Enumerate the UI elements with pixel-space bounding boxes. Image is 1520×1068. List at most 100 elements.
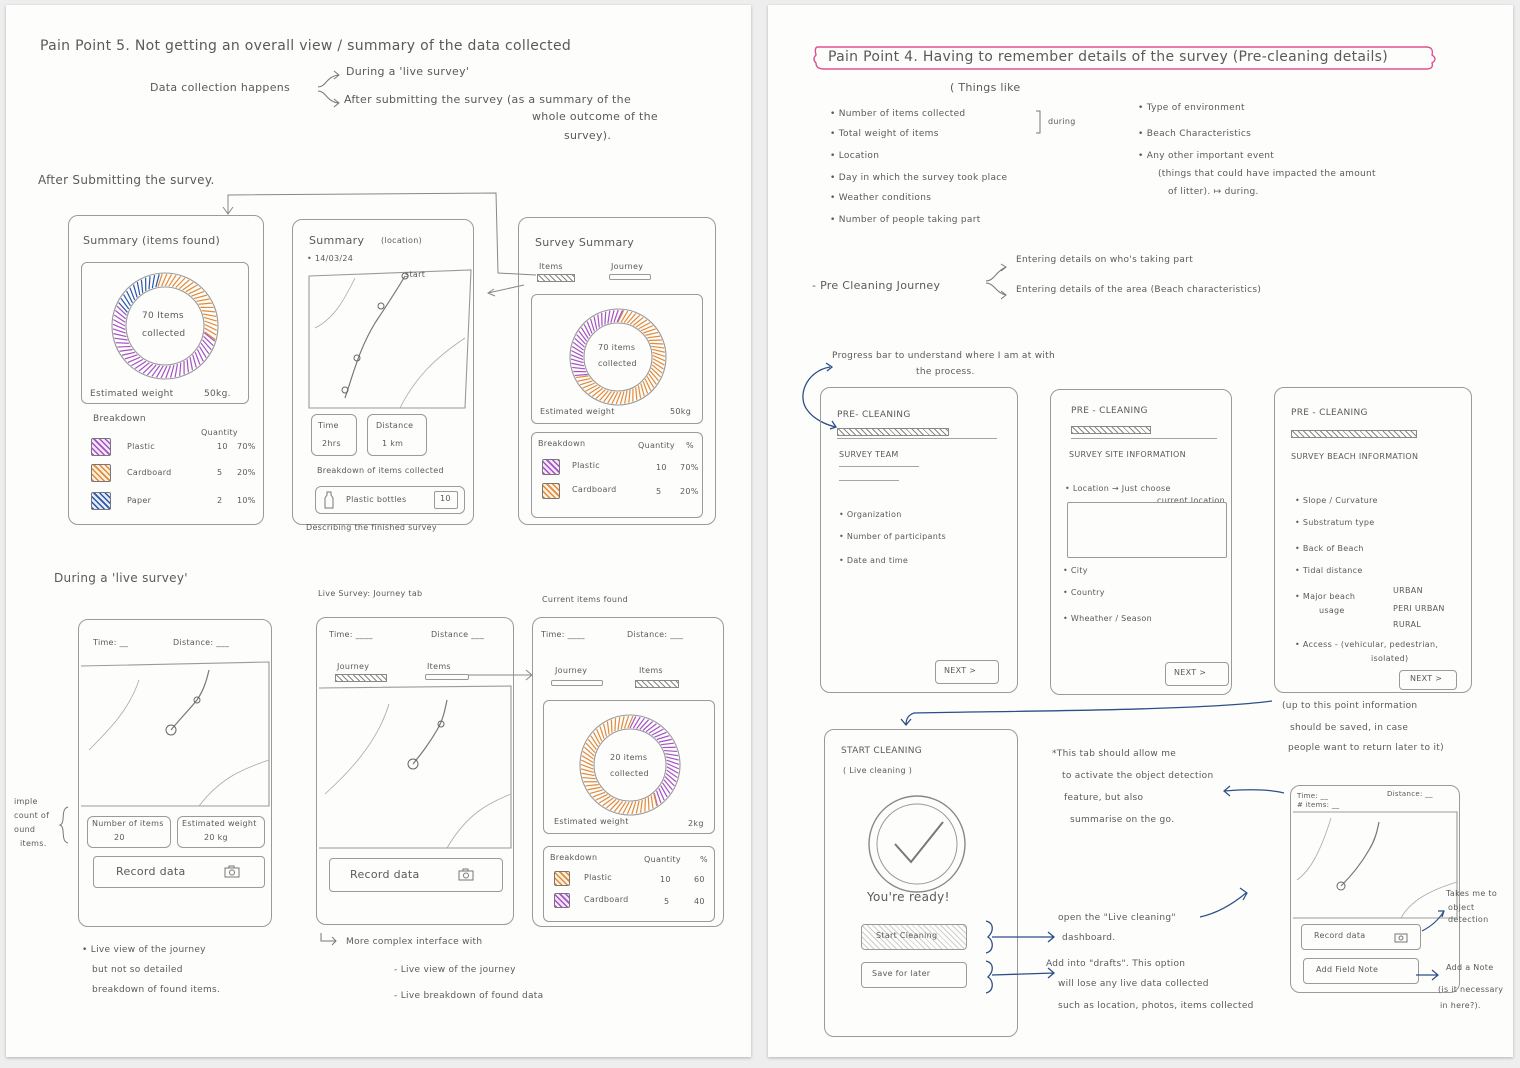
live-map (80, 661, 270, 807)
donut-hatch (660, 742, 674, 746)
side-note: count of (14, 811, 50, 820)
donut-hatch (142, 363, 154, 374)
location-map-box[interactable] (1067, 502, 1227, 558)
weight-value: 50kg. (204, 389, 231, 399)
summary-location-screen: Summary (location) • 14/03/24 start Time… (292, 219, 474, 525)
add-field-note-button[interactable]: Add Field Note (1303, 958, 1419, 984)
time-label: Time (318, 421, 339, 430)
note-complex: More complex interface with (346, 937, 483, 947)
breakdown-label: Breakdown of items collected (317, 466, 444, 475)
donut-hatch (576, 334, 586, 345)
form-field[interactable]: • Wheather / Season (1063, 614, 1152, 623)
usage-option[interactable]: PERI URBAN (1393, 604, 1445, 613)
cardboard-swatch (554, 871, 570, 886)
distance-card: Distance 1 km (367, 414, 427, 456)
donut-hatch (121, 351, 135, 356)
time-card: Time 2hrs (311, 414, 357, 456)
next-button[interactable]: NEXT > (1165, 662, 1229, 686)
donut-hatch (658, 738, 672, 743)
tab-items[interactable]: Items (639, 666, 663, 675)
donut-hatch (637, 385, 642, 399)
form-field[interactable]: • Date and time (839, 556, 908, 565)
location-field[interactable]: • Location → Just choose (1065, 484, 1171, 493)
weight-label: Estimated weight (554, 817, 629, 826)
start-brace (985, 920, 1056, 994)
page-title: Pain Point 5. Not getting an overall vie… (40, 38, 572, 54)
donut-hatch (587, 786, 601, 791)
next-button[interactable]: NEXT > (1399, 670, 1457, 690)
record-data-button[interactable]: Record data (93, 856, 265, 888)
donut-hatch (624, 390, 628, 404)
donut-hatch (198, 302, 212, 305)
start-cleaning-button[interactable]: Start Cleaning (861, 924, 967, 950)
donut-hatch (651, 364, 663, 374)
form-field[interactable]: • Back of Beach (1295, 544, 1364, 553)
live-cleaning-screen: Time: __ # items: __ Distance: __ Record… (1290, 785, 1460, 993)
drafts-note: will lose any live data collected (1058, 979, 1209, 989)
donut-hatch (112, 328, 126, 334)
divider (839, 466, 919, 467)
during-brace (1036, 110, 1041, 134)
tab-journey[interactable]: Journey (337, 662, 369, 671)
row-name: Paper (127, 496, 152, 505)
donut-card: 70 items collected Estimated weight 50kg (531, 294, 703, 424)
screen-subtitle: ( Live cleaning ) (843, 766, 913, 775)
progress-bar (1071, 426, 1151, 434)
form-field[interactable]: • Number of participants (839, 532, 946, 541)
donut-hatch (203, 316, 217, 322)
tab-journey-active (335, 674, 387, 682)
screen-title: Summary (309, 234, 365, 247)
tab-journey[interactable]: Journey (555, 666, 587, 675)
distance-readout: Distance: ___ (627, 630, 684, 639)
item-row: Plastic bottles 10 (315, 486, 465, 514)
usage-option[interactable]: RURAL (1393, 620, 1421, 629)
usage-option[interactable]: URBAN (1393, 586, 1423, 595)
form-field-2: usage (1319, 606, 1345, 615)
form-field[interactable]: • Substratum type (1295, 518, 1375, 527)
tab-items[interactable]: Items (427, 662, 451, 671)
donut-hatch (665, 753, 679, 757)
note-complex-item: - Live view of the journey (394, 965, 516, 975)
pre-cleaning-beach-screen: PRE - CLEANING SURVEY BEACH INFORMATION … (1274, 387, 1472, 693)
next-label: NEXT > (944, 666, 977, 675)
start-marker-label: start (405, 270, 426, 279)
open-note-arrow (1199, 887, 1248, 918)
row-pct: 60 (694, 875, 705, 884)
record-data-button[interactable]: Record data (329, 858, 503, 892)
plastic-swatch (542, 459, 560, 475)
record-data-button[interactable]: Record data (1301, 924, 1421, 950)
form-field[interactable]: • Country (1063, 588, 1105, 597)
form-field[interactable]: • Major beach (1295, 592, 1355, 601)
form-field[interactable]: • Tidal distance (1295, 566, 1363, 575)
form-field[interactable]: • Organization (839, 510, 902, 519)
tab-items[interactable]: Items (539, 262, 563, 271)
donut-hatch (203, 313, 217, 318)
donut-hatch (620, 716, 625, 730)
donut-hatch (652, 348, 665, 353)
save-for-later-button[interactable]: Save for later (861, 962, 967, 988)
list-item: • Day in which the survey took place (830, 173, 1008, 183)
save-note: people want to return later to it) (1288, 743, 1444, 753)
journey-branch-2: Entering details of the area (Beach char… (1016, 285, 1262, 295)
branch-after-3: survey). (564, 129, 612, 142)
donut-hatch (113, 333, 127, 338)
donut-hatch (626, 313, 637, 324)
donut-hatch (186, 359, 189, 373)
screen-title: PRE- CLEANING (837, 410, 911, 420)
pct-label: % (686, 441, 694, 450)
donut-hatch (623, 311, 633, 323)
screen-title: Summary (items found) (83, 234, 221, 247)
donut-hatch (193, 294, 208, 300)
next-button[interactable]: NEXT > (935, 660, 999, 684)
form-field[interactable]: • Slope / Curvature (1295, 496, 1378, 505)
donut-hatch (645, 723, 657, 733)
screen-subtitle: (location) (381, 236, 422, 245)
form-field[interactable]: • City (1063, 566, 1088, 575)
donut-chart (111, 272, 219, 380)
form-field[interactable]: • Access - (vehicular, pedestrian, (1295, 640, 1438, 649)
donut-hatch (192, 354, 197, 368)
branch-after: After submitting the survey (as a summar… (344, 93, 632, 106)
tab-journey[interactable]: Journey (611, 262, 643, 271)
time-readout: Time: ____ (329, 630, 373, 639)
donut-hatch (650, 795, 654, 809)
